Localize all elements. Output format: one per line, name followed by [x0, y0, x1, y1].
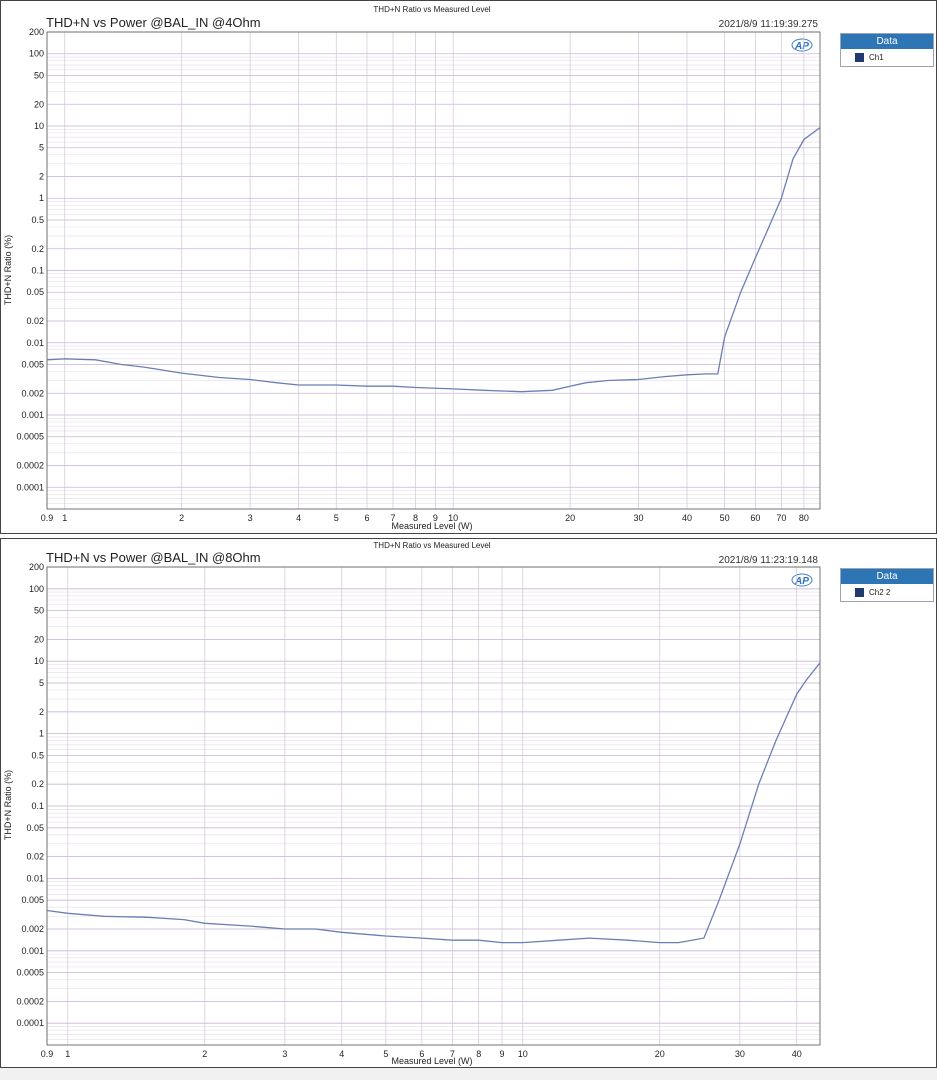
x-tick-label: 2 — [179, 513, 184, 523]
x-tick-label: 0.9 — [41, 1049, 54, 1059]
x-tick-label: 40 — [792, 1049, 802, 1059]
y-tick-label: 0.0002 — [16, 461, 44, 471]
y-tick-label: 50 — [34, 606, 44, 616]
x-tick-label: 9 — [499, 1049, 504, 1059]
y-tick-label: 2 — [39, 172, 44, 182]
x-tick-label: 3 — [282, 1049, 287, 1059]
x-tick-label: 4 — [339, 1049, 344, 1059]
y-tick-label: 2 — [39, 707, 44, 717]
y-tick-label: 20 — [34, 634, 44, 644]
x-axis-label: Measured Level (W) — [391, 521, 472, 531]
y-tick-label: 0.2 — [31, 779, 44, 789]
y-tick-label: 200 — [29, 27, 44, 37]
y-tick-label: 0.01 — [26, 338, 44, 348]
plot-area: 200 100 50 20 10 5 2 1 0.5 0.2 0.1 0.05 0.02 0.01 0.00… — [16, 27, 821, 523]
legend-swatch — [855, 53, 864, 62]
chart-timestamp: 2021/8/9 11:19:39.275 — [719, 19, 819, 30]
chart-svg-4ohm: THD+N Ratio vs Measured Level THD+N vs P… — [3, 5, 821, 531]
y-tick-label: 0.0001 — [16, 1018, 44, 1028]
legend-entry[interactable]: Ch2 2 — [841, 584, 933, 601]
y-tick-label: 5 — [39, 143, 44, 153]
y-tick-label: 0.05 — [26, 287, 44, 297]
x-tick-label: 4 — [296, 513, 301, 523]
y-tick-label: 0.001 — [21, 946, 44, 956]
y-tick-label: 0.0002 — [16, 996, 44, 1006]
x-tick-label: 5 — [334, 513, 339, 523]
series-line-ch1 — [46, 127, 821, 393]
chart-panel-8ohm: THD+N Ratio vs Measured Level THD+N vs P… — [0, 538, 937, 1068]
legend-label: Ch1 — [869, 53, 884, 62]
y-tick-label: 1 — [39, 193, 44, 203]
x-axis-label: Measured Level (W) — [391, 1056, 472, 1066]
x-tick-label: 20 — [565, 513, 575, 523]
y-tick-label: 0.01 — [26, 873, 44, 883]
x-tick-label: 10 — [518, 1049, 528, 1059]
y-tick-label: 0.1 — [31, 266, 44, 276]
x-tick-label: 60 — [750, 513, 760, 523]
y-tick-label: 0.005 — [21, 359, 44, 369]
legend: Data Ch1 — [840, 33, 934, 67]
legend-swatch — [855, 588, 864, 597]
y-tick-label: 0.5 — [31, 750, 44, 760]
y-tick-label: 0.002 — [21, 388, 44, 398]
y-tick-label: 20 — [34, 99, 44, 109]
x-tick-label: 30 — [735, 1049, 745, 1059]
y-tick-label: 5 — [39, 678, 44, 688]
legend-entry[interactable]: Ch1 — [841, 49, 933, 66]
y-tick-label: 0.0005 — [16, 968, 44, 978]
chart-title: THD+N vs Power @BAL_IN @8Ohm — [46, 550, 261, 565]
y-tick-label: 0.05 — [26, 823, 44, 833]
y-tick-label: 0.005 — [21, 895, 44, 905]
chart-header: THD+N Ratio vs Measured Level — [373, 541, 490, 550]
y-tick-label: 100 — [29, 49, 44, 59]
chart-title: THD+N vs Power @BAL_IN @4Ohm — [46, 15, 261, 30]
y-tick-label: 0.0001 — [16, 482, 44, 492]
x-tick-label: 2 — [202, 1049, 207, 1059]
y-axis-label: THD+N Ratio (%) — [3, 770, 13, 840]
y-tick-label: 0.02 — [26, 316, 44, 326]
legend-title: Data — [841, 34, 933, 49]
chart-header: THD+N Ratio vs Measured Level — [373, 5, 490, 14]
plot-area: 200 100 50 20 10 5 2 1 0.5 0.2 0.1 0.05 0.02 0.01 0.00… — [16, 562, 821, 1059]
x-tick-label: 70 — [776, 513, 786, 523]
ap-logo-text: AP — [794, 576, 809, 587]
chart-panel-4ohm: THD+N Ratio vs Measured Level THD+N vs P… — [0, 0, 937, 534]
y-tick-label: 0.002 — [21, 924, 44, 934]
ap-logo-icon: AP — [791, 38, 813, 52]
ap-logo-text: AP — [794, 41, 809, 52]
x-tick-label: 3 — [248, 513, 253, 523]
legend-title: Data — [841, 569, 933, 584]
x-tick-label: 20 — [655, 1049, 665, 1059]
y-tick-label: 100 — [29, 584, 44, 594]
x-tick-label: 5 — [383, 1049, 388, 1059]
y-tick-label: 0.5 — [31, 215, 44, 225]
y-tick-label: 0.2 — [31, 244, 44, 254]
y-tick-label: 200 — [29, 562, 44, 572]
x-tick-label: 8 — [476, 1049, 481, 1059]
ap-logo-icon: AP — [791, 573, 813, 587]
y-tick-label: 1 — [39, 729, 44, 739]
x-tick-label: 6 — [364, 513, 369, 523]
bottom-strip — [0, 1068, 937, 1080]
chart-svg-8ohm: THD+N Ratio vs Measured Level THD+N vs P… — [3, 541, 821, 1066]
y-tick-label: 0.1 — [31, 801, 44, 811]
x-tick-label: 30 — [633, 513, 643, 523]
x-tick-label: 50 — [720, 513, 730, 523]
legend-label: Ch2 2 — [869, 588, 891, 597]
y-tick-label: 10 — [34, 656, 44, 666]
chart-timestamp: 2021/8/9 11:23:19.148 — [719, 555, 819, 566]
y-tick-label: 50 — [34, 70, 44, 80]
series-line-ch2-2 — [46, 662, 821, 944]
y-tick-label: 0.001 — [21, 410, 44, 420]
legend: Data Ch2 2 — [840, 568, 934, 602]
x-tick-label: 1 — [65, 1049, 70, 1059]
y-tick-label: 10 — [34, 121, 44, 131]
x-tick-label: 0.9 — [41, 513, 54, 523]
y-axis-label: THD+N Ratio (%) — [3, 235, 13, 305]
x-tick-label: 1 — [62, 513, 67, 523]
x-tick-label: 80 — [799, 513, 809, 523]
y-tick-label: 0.02 — [26, 852, 44, 862]
x-tick-label: 40 — [682, 513, 692, 523]
y-tick-label: 0.0005 — [16, 432, 44, 442]
